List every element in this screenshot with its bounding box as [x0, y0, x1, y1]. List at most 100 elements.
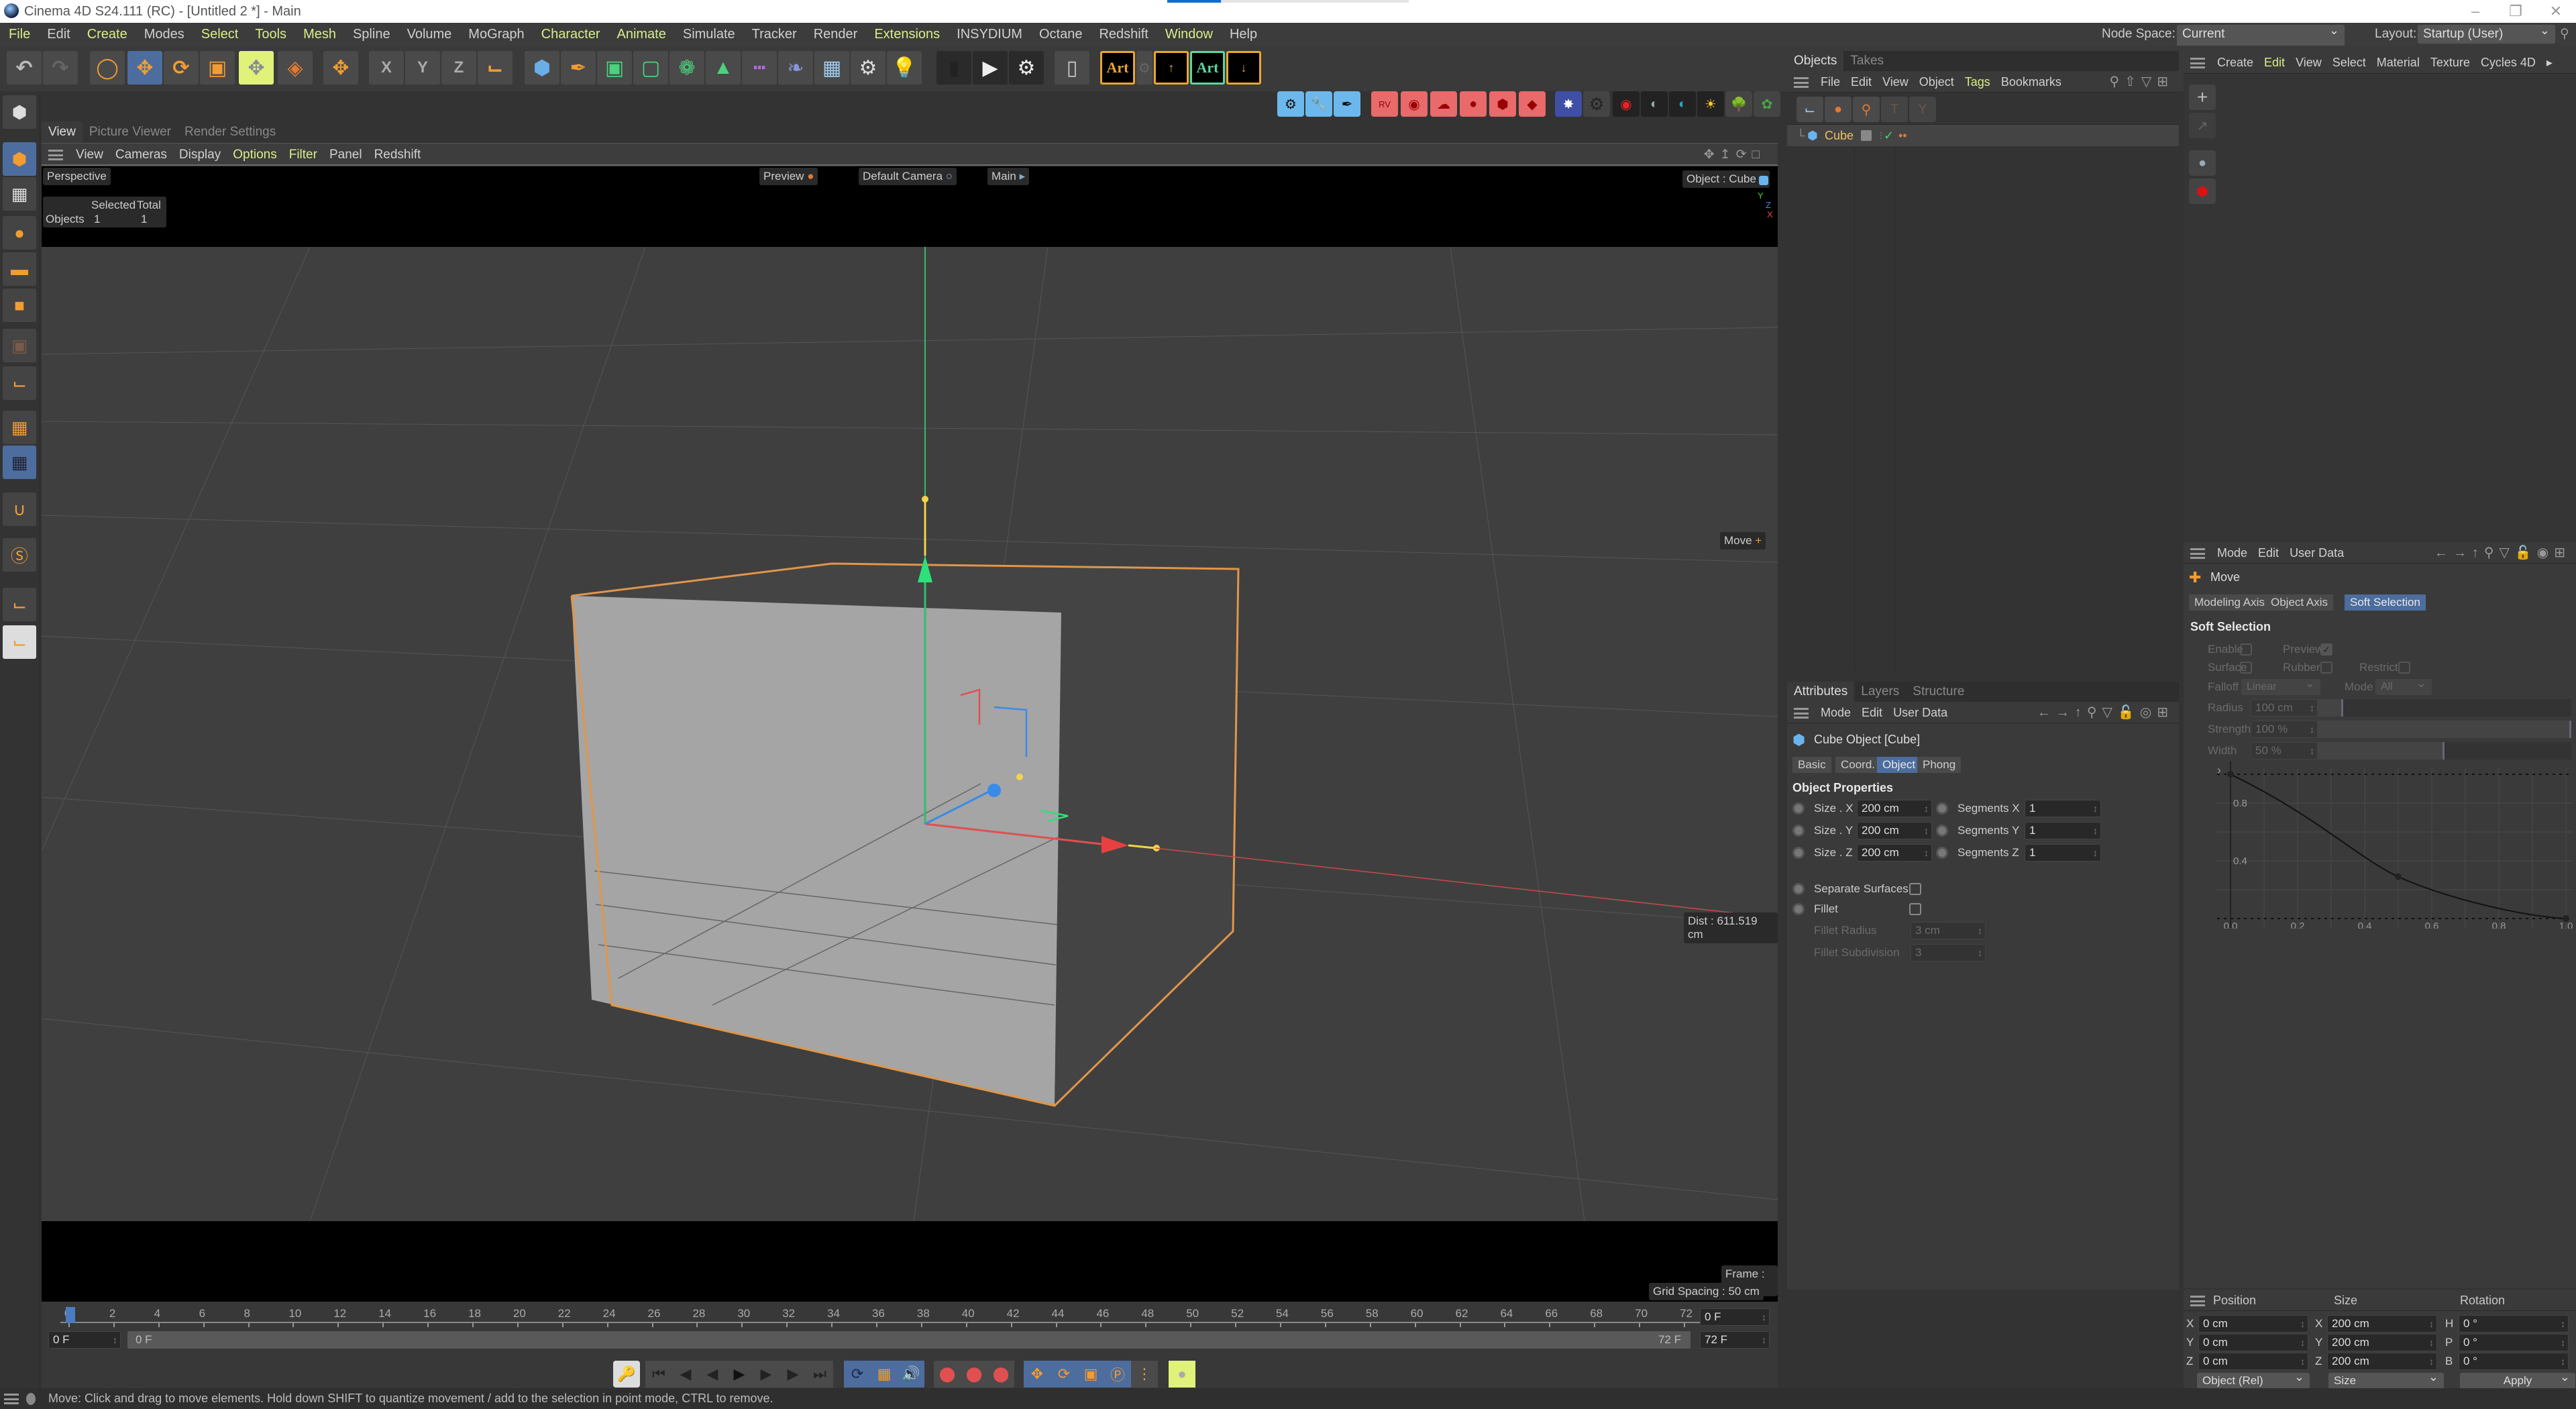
next-frame-icon[interactable]: ▶	[753, 1361, 780, 1388]
hamburger-menu-icon[interactable]	[2190, 1296, 2205, 1307]
make-editable-icon[interactable]: ⬢	[3, 95, 36, 129]
axis-modification-icon[interactable]: ⌙	[3, 625, 36, 659]
tool-menu-edit[interactable]: Edit	[2253, 542, 2284, 564]
segments-z-keyframe-radio[interactable]	[1936, 847, 1948, 859]
search-icon[interactable]: ⚲	[2560, 24, 2569, 44]
hamburger-menu-icon[interactable]	[1794, 77, 1809, 89]
cloner-icon[interactable]: ❁	[669, 51, 704, 85]
om-toolbar-icons[interactable]: ⚲⇧▽⊞	[2109, 71, 2174, 93]
separate-surfaces-keyframe-radio[interactable]	[1792, 883, 1805, 895]
lock-y-axis-icon[interactable]: Y	[405, 51, 440, 85]
size-z-input[interactable]: 200 cm	[1857, 844, 1932, 862]
keyframe-selection-icon[interactable]: ⬤	[961, 1361, 987, 1388]
hamburger-menu-icon[interactable]	[2190, 58, 2205, 69]
falloff-dropdown[interactable]: Linear	[2241, 675, 2320, 695]
preview-range-bar[interactable]: 0 F 72 F	[127, 1331, 1690, 1349]
gizmo-z-handle-dot[interactable]	[1016, 774, 1023, 780]
surface-checkbox[interactable]	[2240, 662, 2252, 674]
subdivision-surface-icon[interactable]: ▣	[597, 51, 632, 85]
tab-objects[interactable]: Objects	[1787, 51, 1844, 71]
menu-tools[interactable]: Tools	[246, 23, 294, 46]
om-menu-bookmarks[interactable]: Bookmarks	[1996, 71, 2067, 93]
om-menu-tags[interactable]: Tags	[1960, 71, 1996, 93]
viewport-menu-display[interactable]: Display	[173, 144, 227, 166]
subtab-phong[interactable]: Phong	[1917, 757, 1962, 773]
cube-front-face[interactable]	[572, 596, 1061, 1106]
viewport-menu-redshift[interactable]: Redshift	[368, 144, 427, 166]
insydium-tree-icon[interactable]: 🌳	[1725, 91, 1752, 117]
art-active-icon[interactable]: Art	[1190, 51, 1225, 85]
redshift-cloud-icon[interactable]: ☁	[1430, 91, 1457, 117]
enabled-check-icon[interactable]: ✓	[1884, 125, 1894, 146]
tool-menu-mode[interactable]: Mode	[2212, 542, 2253, 564]
next-key-icon[interactable]: ▶	[780, 1361, 806, 1388]
tab-structure[interactable]: Structure	[1906, 682, 1971, 702]
separate-surfaces-checkbox[interactable]	[1909, 883, 1921, 895]
status-menu-icon[interactable]	[4, 1394, 19, 1405]
preview-button[interactable]: Preview ●	[759, 168, 818, 185]
render-to-picture-viewer-icon[interactable]: ▶	[973, 51, 1008, 85]
menu-redshift[interactable]: Redshift	[1090, 23, 1156, 46]
go-to-start-icon[interactable]: ⏮	[645, 1361, 672, 1388]
om-menu-file[interactable]: File	[1815, 71, 1845, 93]
key-parameter-icon[interactable]: Ⓟ	[1104, 1361, 1131, 1388]
points-mode-icon[interactable]: ●	[3, 216, 36, 250]
mat-menu-more-arrow[interactable]: ▸	[2541, 51, 2558, 74]
coordinate-system-icon[interactable]: ⌙	[478, 51, 513, 85]
gizmo-z-arrow[interactable]	[987, 784, 1001, 797]
preview-checkbox[interactable]: ✓	[2320, 643, 2332, 656]
attr-menu-edit[interactable]: Edit	[1856, 702, 1888, 723]
move-tool-icon[interactable]: ✥	[127, 51, 162, 85]
restrict-checkbox[interactable]	[2398, 662, 2410, 674]
bend-deformer-icon[interactable]: ❧	[778, 51, 813, 85]
soft-selection-icon[interactable]: ◈	[278, 51, 313, 85]
width-input[interactable]: 50 %	[2251, 742, 2318, 760]
main-take-button[interactable]: Main ▸	[987, 168, 1030, 185]
object-list-empty-area[interactable]	[1787, 147, 2179, 670]
subtab-coord[interactable]: Coord.	[1835, 757, 1881, 773]
viewport-menu-options[interactable]: Options	[227, 144, 282, 166]
size-z-keyframe-radio[interactable]	[1792, 847, 1805, 859]
mat-menu-edit[interactable]: Edit	[2259, 51, 2290, 74]
om-menu-view[interactable]: View	[1877, 71, 1914, 93]
subtab-soft-selection[interactable]: Soft Selection	[2345, 594, 2426, 611]
enable-checkbox[interactable]	[2240, 643, 2252, 656]
strength-slider[interactable]	[2318, 721, 2571, 738]
hamburger-menu-icon[interactable]	[1794, 708, 1809, 719]
segments-x-keyframe-radio[interactable]	[1936, 802, 1948, 815]
om-text-filter-icon[interactable]: T	[1881, 97, 1908, 122]
menu-mograph[interactable]: MoGraph	[460, 23, 532, 46]
hamburger-menu-icon[interactable]	[2190, 548, 2205, 560]
gizmo-y-handle-dot[interactable]	[922, 496, 928, 503]
pen-tool-icon[interactable]: ✒	[561, 51, 596, 85]
viewport-menu-view[interactable]: View	[70, 144, 109, 166]
transform-tool-icon[interactable]: ✥	[239, 51, 274, 85]
octane-tools-icon[interactable]: 🔧	[1305, 91, 1332, 117]
rotate-tool-icon[interactable]: ⟳	[164, 51, 199, 85]
viewport-menu-panel[interactable]: Panel	[323, 144, 368, 166]
tab-takes[interactable]: Takes	[1843, 51, 1890, 71]
mode-dropdown[interactable]: All	[2375, 675, 2432, 695]
size-y-keyframe-radio[interactable]	[1792, 825, 1805, 837]
minimize-button[interactable]: –	[2455, 0, 2496, 23]
octane-camera-icon[interactable]: ◉	[1613, 91, 1640, 117]
model-mode-icon[interactable]: ⬢	[3, 142, 36, 176]
size-x-input[interactable]: 200 cm	[1857, 800, 1932, 817]
light-icon[interactable]: 💡	[887, 51, 922, 85]
lock-x-axis-icon[interactable]: X	[369, 51, 404, 85]
om-object-filter-icon[interactable]: ●	[1825, 97, 1851, 122]
autokey-icon[interactable]: ⬤	[934, 1361, 961, 1388]
voronoi-fracture-icon[interactable]: ▲	[706, 51, 741, 85]
enable-grid-icon[interactable]: ▦	[3, 411, 36, 444]
octane-settings-icon[interactable]: ⚙	[1277, 91, 1304, 117]
cube-object-icon[interactable]: ⬢	[525, 51, 559, 85]
menu-file[interactable]: File	[0, 23, 38, 46]
om-menu-edit[interactable]: Edit	[1845, 71, 1877, 93]
motion-system-icon[interactable]: ●	[1169, 1361, 1195, 1388]
mat-menu-create[interactable]: Create	[2212, 51, 2259, 74]
restore-button[interactable]: ❐	[2496, 0, 2536, 23]
menu-window[interactable]: Window	[1157, 23, 1221, 46]
viewport-scene[interactable]	[42, 247, 1778, 1221]
tool-menu-user-data[interactable]: User Data	[2284, 542, 2349, 564]
menu-insydium[interactable]: INSYDIUM	[948, 23, 1030, 46]
